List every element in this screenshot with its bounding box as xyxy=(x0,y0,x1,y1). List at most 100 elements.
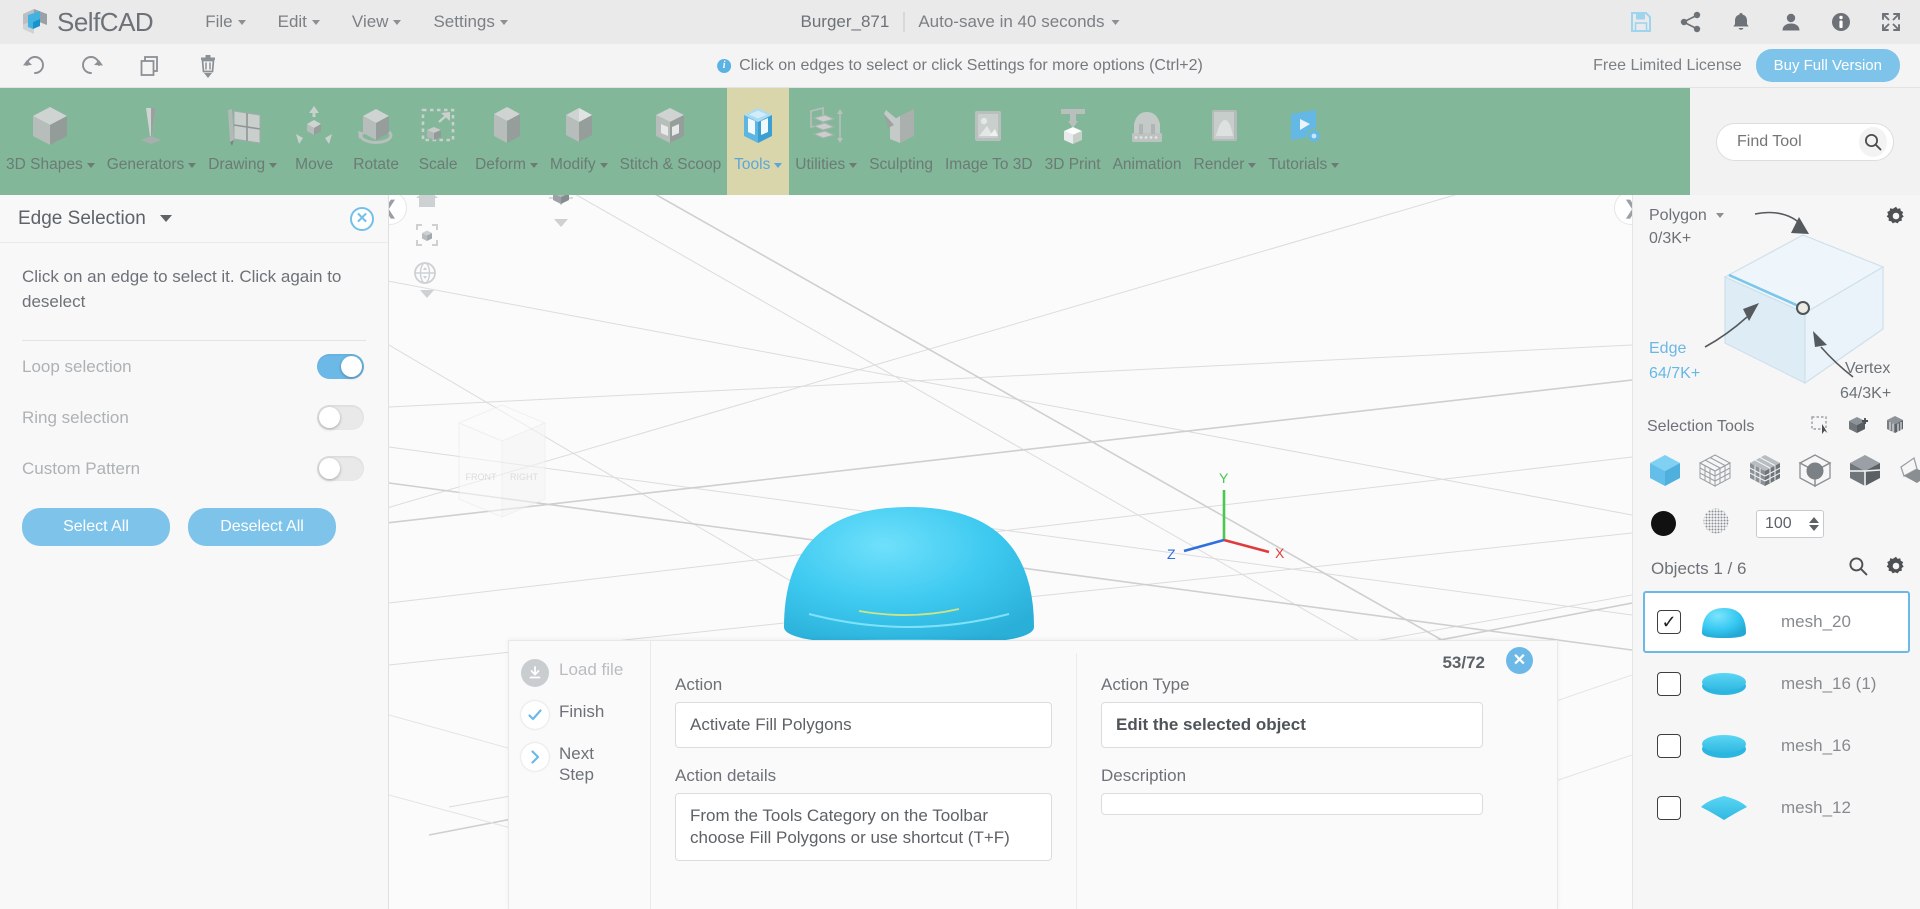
fullscreen-icon[interactable] xyxy=(1880,11,1902,33)
object-checkbox[interactable] xyxy=(1657,796,1681,820)
action-details-value[interactable]: From the Tools Category on the Toolbar c… xyxy=(675,793,1052,862)
view-cube-options-icon[interactable] xyxy=(547,195,575,215)
menu-edit[interactable]: Edit xyxy=(262,8,336,36)
undo-button[interactable] xyxy=(22,54,46,78)
object-checkbox[interactable] xyxy=(1657,734,1681,758)
wireframe-grid-icon[interactable] xyxy=(1697,452,1733,493)
find-tool-input[interactable] xyxy=(1737,132,1847,151)
plane-fold-icon[interactable] xyxy=(1897,452,1920,493)
loop-selection-toggle[interactable] xyxy=(317,354,364,380)
sphere-in-cube-icon[interactable] xyxy=(1797,452,1833,493)
description-value[interactable] xyxy=(1101,793,1483,816)
redo-button[interactable] xyxy=(80,54,104,78)
tool-tools[interactable]: Tools xyxy=(727,88,790,195)
svg-text:Z: Z xyxy=(1167,546,1176,562)
custom-pattern-toggle[interactable] xyxy=(317,456,364,482)
menu-settings[interactable]: Settings xyxy=(417,8,523,36)
pattern-sphere-icon[interactable] xyxy=(1702,507,1730,540)
rect-select-icon[interactable] xyxy=(1810,415,1832,440)
chevron-down-icon[interactable] xyxy=(159,215,172,222)
deselect-all-button[interactable]: Deselect All xyxy=(188,508,336,547)
panel-title[interactable]: Edge Selection xyxy=(18,208,172,230)
buy-full-version-button[interactable]: Buy Full Version xyxy=(1755,49,1900,82)
tool-sculpting[interactable]: Sculpting xyxy=(863,88,939,195)
tutorial-action-column: Action Activate Fill Polygons Action det… xyxy=(651,653,1077,909)
svg-text:X: X xyxy=(1275,545,1285,561)
tool-3d-shapes[interactable]: 3D Shapes xyxy=(0,88,101,195)
notifications-bell-icon[interactable] xyxy=(1730,11,1752,33)
tool-stitch-scoop[interactable]: Stitch & Scoop xyxy=(614,88,728,195)
tutorial-step-counter: 53/72 xyxy=(1442,653,1485,672)
tool-utilities[interactable]: Utilities xyxy=(789,88,863,195)
document-name[interactable]: Burger_871 xyxy=(800,12,889,32)
vertex-mode-label[interactable]: Vertex xyxy=(1845,360,1890,378)
home-view-icon[interactable] xyxy=(414,195,440,216)
save-icon[interactable] xyxy=(1630,11,1652,33)
tool-label: 3D Print xyxy=(1039,156,1107,174)
user-account-icon[interactable] xyxy=(1780,11,1802,33)
object-row-mesh_20[interactable]: ✓ mesh_20 xyxy=(1643,591,1910,653)
spinner-icon[interactable] xyxy=(1809,516,1819,531)
menu-view[interactable]: View xyxy=(336,8,418,36)
tool-modify[interactable]: Modify xyxy=(544,88,614,195)
object-name: mesh_12 xyxy=(1781,798,1851,817)
ring-selection-toggle[interactable] xyxy=(317,405,364,431)
tool-image-to-3d[interactable]: Image To 3D xyxy=(939,88,1039,195)
tool-deform[interactable]: Deform xyxy=(469,88,544,195)
object-row-mesh_12[interactable]: mesh_12 xyxy=(1643,777,1910,839)
find-tool-search[interactable] xyxy=(1716,122,1894,161)
tool-label: Animation xyxy=(1107,156,1188,174)
action-type-value[interactable]: Edit the selected object xyxy=(1101,702,1483,749)
opacity-stepper[interactable] xyxy=(1756,509,1824,538)
object-row-mesh_16[interactable]: mesh_16 xyxy=(1643,715,1910,777)
tool-drawing[interactable]: Drawing xyxy=(202,88,283,195)
color-swatch[interactable] xyxy=(1651,511,1676,536)
label-text: Utilities xyxy=(795,156,846,173)
search-icon[interactable] xyxy=(1859,126,1887,157)
label-text: Tools xyxy=(734,156,771,173)
split-cube-icon[interactable] xyxy=(1847,452,1883,493)
tool-scale[interactable]: Scale xyxy=(407,88,469,195)
tool-render[interactable]: Render xyxy=(1188,88,1263,195)
object-checkbox[interactable]: ✓ xyxy=(1657,610,1681,634)
object-row-mesh_16-1[interactable]: mesh_16 (1) xyxy=(1643,653,1910,715)
through-select-icon[interactable] xyxy=(1884,415,1906,440)
tool-generators[interactable]: Generators xyxy=(101,88,203,195)
share-icon[interactable] xyxy=(1680,11,1702,33)
polygon-mode-label[interactable]: Polygon xyxy=(1649,207,1725,225)
select-all-button[interactable]: Select All xyxy=(22,508,170,547)
tool-animation[interactable]: Animation xyxy=(1107,88,1188,195)
edge-mode-label[interactable]: Edge xyxy=(1649,340,1686,358)
svg-text:FRONT: FRONT xyxy=(466,472,497,482)
dense-grid-cube-icon[interactable] xyxy=(1747,452,1783,493)
info-icon[interactable] xyxy=(1830,11,1852,33)
tutorial-step-load-file[interactable]: Load file xyxy=(521,659,650,687)
objects-actions xyxy=(1848,556,1906,581)
opacity-input[interactable] xyxy=(1765,514,1803,533)
svg-text:Y: Y xyxy=(1219,470,1229,486)
autosave-status[interactable]: Auto-save in 40 seconds xyxy=(918,12,1120,32)
tool-tutorials[interactable]: Tutorials xyxy=(1262,88,1345,195)
search-icon[interactable] xyxy=(1848,556,1868,581)
orbit-icon[interactable] xyxy=(412,260,438,291)
tutorial-step-next[interactable]: Next Step xyxy=(521,743,650,786)
tool-move[interactable]: Move xyxy=(283,88,345,195)
tool-3d-print[interactable]: 3D Print xyxy=(1039,88,1107,195)
close-tutorial-button[interactable]: ✕ xyxy=(1506,647,1533,674)
cube-select-icon[interactable] xyxy=(1647,452,1683,493)
close-panel-button[interactable]: ✕ xyxy=(350,206,374,231)
tutorial-step-finish[interactable]: Finish xyxy=(521,701,650,729)
action-value[interactable]: Activate Fill Polygons xyxy=(675,702,1052,749)
tool-rotate[interactable]: Rotate xyxy=(345,88,407,195)
svg-text:RIGHT: RIGHT xyxy=(510,472,539,482)
gear-icon[interactable] xyxy=(1886,556,1906,581)
add-object-select-icon[interactable] xyxy=(1846,415,1870,440)
object-checkbox[interactable] xyxy=(1657,672,1681,696)
view-cube-caret-icon[interactable] xyxy=(554,219,568,227)
brand[interactable]: SelfCAD xyxy=(20,7,154,38)
orbit-options-caret-icon[interactable] xyxy=(420,290,434,298)
menu-file[interactable]: File xyxy=(189,8,261,36)
copy-button[interactable] xyxy=(138,54,162,78)
fit-to-view-icon[interactable] xyxy=(415,223,439,252)
delete-button[interactable] xyxy=(196,53,220,79)
